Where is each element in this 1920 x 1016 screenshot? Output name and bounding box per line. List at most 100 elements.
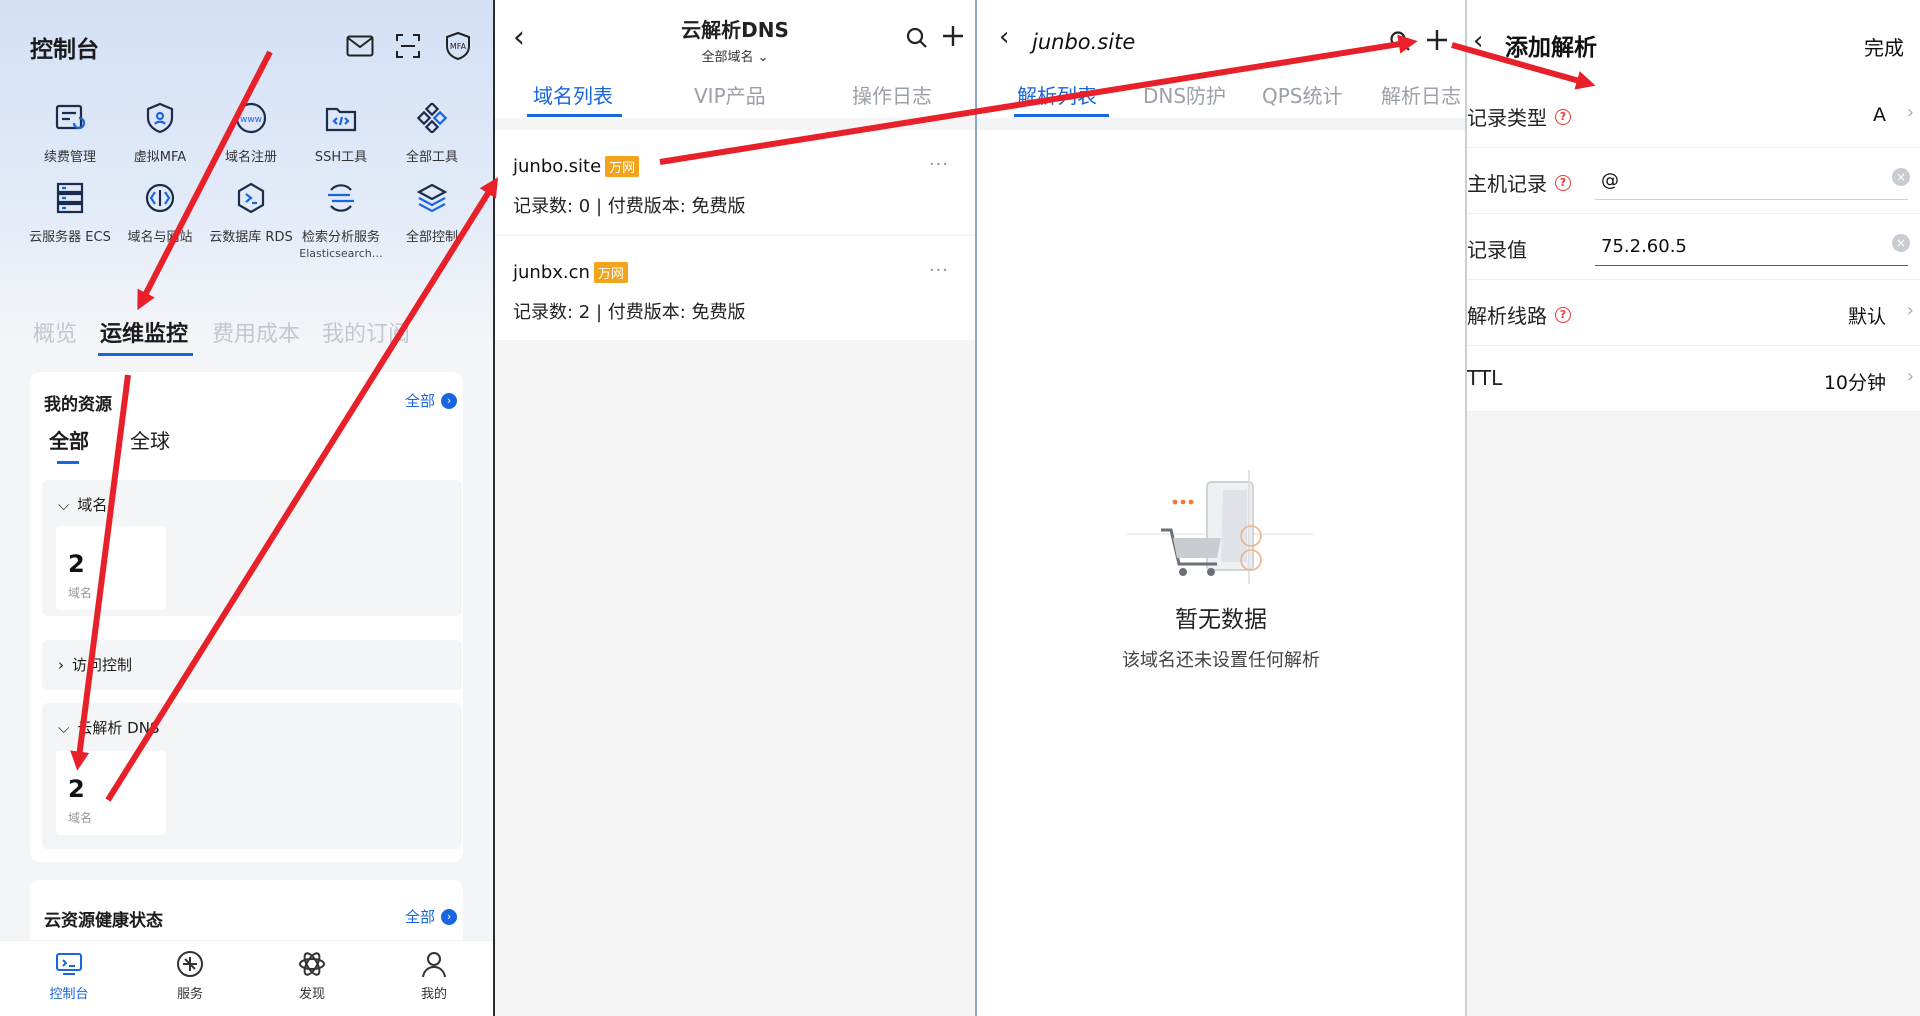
help-icon[interactable]: ?	[1555, 108, 1571, 125]
field-ttl[interactable]: TTL 10分钟 ›	[1467, 346, 1920, 412]
group-domain: ⌵ 域名 2 域名	[42, 480, 462, 616]
tab-domain-list[interactable]: 域名列表	[533, 80, 613, 109]
subtab-global[interactable]: 全球	[130, 425, 170, 454]
group-cloud-dns: ⌵ 云解析 DNS 2 域名	[42, 703, 462, 849]
tool-label: 检索分析服务	[301, 230, 380, 245]
nav-me[interactable]: 我的	[394, 949, 474, 1002]
tool-label: 续费管理	[43, 150, 96, 165]
domain-row-junbx-cn[interactable]: junbx.cn 万网 记录数: 2 | 付费版本: 免费版 ···	[495, 236, 975, 340]
tab-overview[interactable]: 概览	[33, 316, 77, 348]
nav-service[interactable]: 服务	[150, 949, 230, 1002]
tab-resolve-log[interactable]: 解析日志	[1381, 80, 1461, 109]
field-label: 记录类型	[1467, 106, 1547, 130]
domain-row-junbo-site[interactable]: junbo.site 万网 记录数: 0 | 付费版本: 免费版 ···	[495, 130, 975, 234]
service-icon	[150, 949, 230, 979]
domain-info: 记录数: 2 | 付费版本: 免费版	[513, 302, 746, 323]
chevron-down-icon: ⌵	[58, 718, 70, 737]
mail-icon[interactable]	[344, 30, 376, 62]
tab-vip-products[interactable]: VIP产品	[694, 80, 766, 109]
my-resources-all-link[interactable]: 全部 ›	[405, 390, 458, 411]
tab-cost[interactable]: 费用成本	[212, 316, 300, 348]
tab-operation-log[interactable]: 操作日志	[852, 80, 932, 109]
nav-console[interactable]: 控制台	[29, 949, 109, 1002]
scan-icon[interactable]	[392, 30, 424, 62]
tool-label: 全部控制	[405, 230, 458, 245]
tool-elasticsearch[interactable]: 检索分析服务 Elasticsearch…	[294, 178, 388, 260]
more-icon[interactable]: ···	[929, 260, 949, 281]
add-icon[interactable]	[941, 24, 965, 52]
dns-domain-count: 2	[68, 775, 85, 803]
tool-label: 虚拟MFA	[133, 150, 187, 165]
chevron-right-icon: ›	[1906, 366, 1914, 387]
resolve-line-value: 默认	[1847, 306, 1886, 328]
tool-renewal[interactable]: 续费管理	[23, 98, 117, 165]
host-record-input[interactable]: @ ×	[1595, 160, 1910, 200]
more-icon[interactable]: ···	[929, 154, 949, 175]
all-link-label: 全部	[405, 908, 436, 926]
domain-count-card[interactable]: 2 域名	[56, 526, 166, 610]
discover-icon	[272, 949, 352, 979]
tab-active-indicator	[98, 353, 193, 356]
tab-ops-monitor[interactable]: 运维监控	[100, 316, 188, 348]
group-name: 域名	[77, 496, 108, 514]
tool-rds[interactable]: 云数据库 RDS	[204, 178, 298, 245]
chevron-right-circle-icon: ›	[441, 908, 458, 925]
subtab-all[interactable]: 全部	[49, 425, 89, 454]
section-separator	[977, 118, 1465, 130]
help-icon[interactable]: ?	[1555, 306, 1571, 323]
health-all-link[interactable]: 全部 ›	[405, 906, 458, 927]
search-icon[interactable]	[1389, 30, 1411, 56]
tool-domain-register[interactable]: www 域名注册	[204, 98, 298, 165]
field-resolve-line[interactable]: 解析线路? 默认 ›	[1467, 280, 1920, 346]
field-record-value: 记录值 75.2.60.5 ×	[1467, 214, 1920, 280]
domain-filter-dropdown[interactable]: 全部域名 ⌄	[495, 46, 975, 65]
search-icon[interactable]	[905, 26, 929, 54]
renewal-icon	[50, 98, 90, 138]
domain-info: 记录数: 0 | 付费版本: 免费版	[513, 196, 746, 217]
group-domain-header[interactable]: ⌵ 域名	[58, 494, 107, 515]
tool-all-tools[interactable]: 全部工具	[385, 98, 479, 165]
field-label: 主机记录	[1467, 172, 1547, 196]
tool-ssh[interactable]: SSH工具	[294, 98, 388, 165]
tab-dns-protection[interactable]: DNS防护	[1143, 80, 1226, 109]
nav-discover[interactable]: 发现	[272, 949, 352, 1002]
tab-qps-stats[interactable]: QPS统计	[1262, 80, 1343, 109]
console-title: 控制台	[30, 37, 99, 63]
domain-detail-panel: ‹ junbo.site 解析列表 DNS防护 QPS统计 解析日志 暂无数据 …	[977, 0, 1465, 1016]
nav-label: 我的	[420, 987, 447, 1002]
domain-icon	[140, 178, 180, 218]
group-access-control[interactable]: › 访问控制	[42, 640, 462, 690]
dns-count-card[interactable]: 2 域名	[56, 751, 166, 835]
back-chevron-icon[interactable]: ‹	[1473, 26, 1483, 56]
shield-icon	[140, 98, 180, 138]
group-cloud-dns-header[interactable]: ⌵ 云解析 DNS	[58, 717, 159, 738]
field-record-type[interactable]: 记录类型? A ›	[1467, 82, 1920, 148]
mfa-icon[interactable]: MFA	[442, 30, 474, 62]
tool-virtual-mfa[interactable]: 虚拟MFA	[113, 98, 207, 165]
www-icon-text: www	[240, 115, 262, 125]
clear-icon[interactable]: ×	[1892, 168, 1910, 186]
tab-record-list[interactable]: 解析列表	[1017, 80, 1097, 109]
field-label: 记录值	[1467, 238, 1527, 262]
chevron-right-icon: ›	[58, 655, 64, 674]
dns-list-panel: ‹ 云解析DNS 全部域名 ⌄ 域名列表 VIP产品 操作日志 junbo.si…	[495, 0, 975, 1016]
add-record-panel: ‹ 添加解析 完成 记录类型? A › 主机记录? @ × 记录值 75.2.6…	[1467, 0, 1920, 1016]
dns-list-title: 云解析DNS	[681, 18, 789, 42]
record-value-input[interactable]: 75.2.60.5 ×	[1595, 226, 1910, 266]
tool-all-console[interactable]: 全部控制	[385, 178, 479, 245]
domain-count-unit: 域名	[68, 586, 93, 600]
nav-label: 发现	[298, 987, 325, 1002]
back-chevron-icon[interactable]: ‹	[999, 22, 1009, 52]
chevron-right-circle-icon: ›	[441, 392, 458, 409]
ttl-value: 10分钟	[1823, 372, 1886, 394]
tool-domain-website[interactable]: 域名与网站	[113, 178, 207, 245]
add-record-icon[interactable]	[1425, 28, 1449, 56]
tab-subscription[interactable]: 我的订阅	[322, 316, 410, 348]
empty-title: 暂无数据	[1175, 607, 1267, 633]
help-icon[interactable]: ?	[1555, 174, 1571, 191]
clear-icon[interactable]: ×	[1892, 234, 1910, 252]
tool-ecs[interactable]: 云服务器 ECS	[23, 178, 117, 245]
chevron-down-icon: ⌵	[58, 495, 70, 514]
empty-subtitle: 该域名还未设置任何解析	[1122, 650, 1320, 671]
done-button[interactable]: 完成	[1864, 32, 1904, 61]
